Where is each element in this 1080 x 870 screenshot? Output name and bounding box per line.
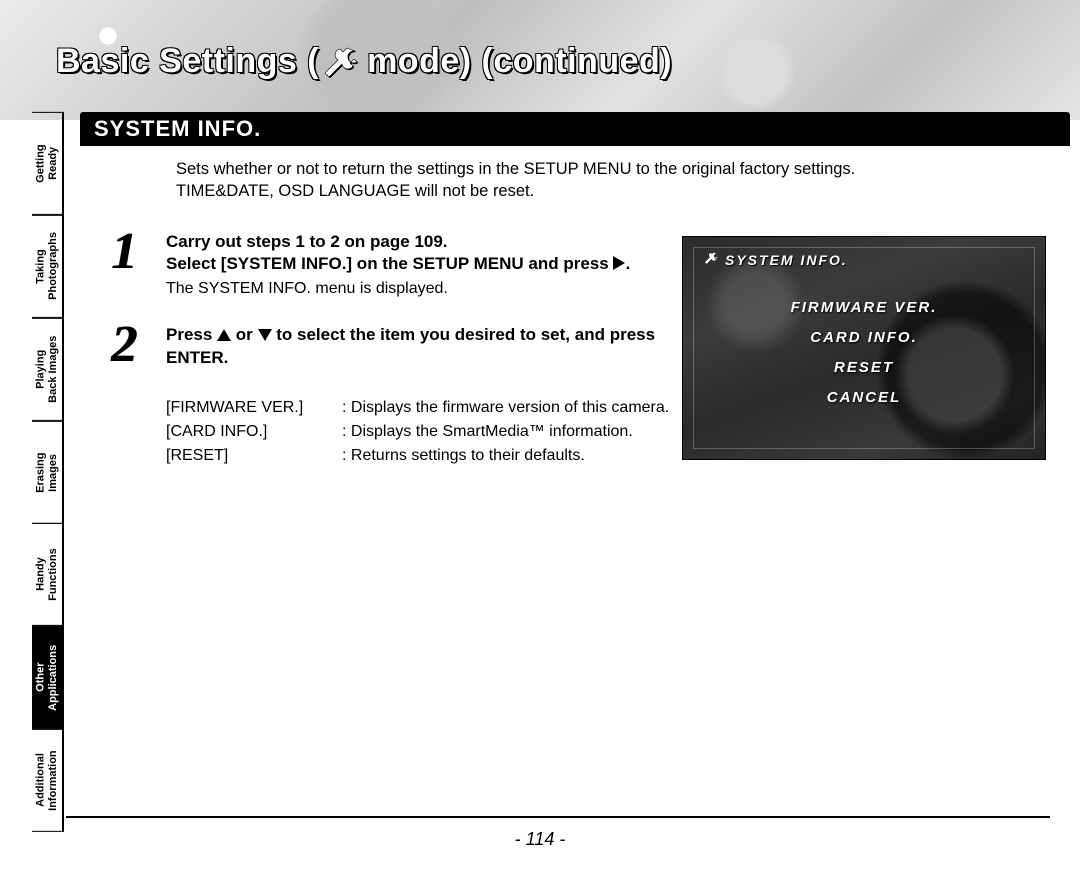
definition-term: [RESET] xyxy=(166,444,336,468)
lcd-menu-items: FIRMWARE VER. CARD INFO. RESET CANCEL xyxy=(683,293,1045,413)
section-heading-text: SYSTEM INFO. xyxy=(94,116,261,142)
tab-getting-ready[interactable]: Getting Ready xyxy=(32,112,63,215)
side-tabs: Getting Ready Taking Photographs Playing… xyxy=(32,112,64,832)
tab-label: Taking Photographs xyxy=(34,232,59,300)
definition-desc: : Displays the firmware version of this … xyxy=(342,396,669,420)
definition-desc: : Returns settings to their defaults. xyxy=(342,444,585,468)
wrench-icon xyxy=(325,47,361,77)
title-prefix: Basic Settings ( xyxy=(56,42,319,81)
lcd-title: SYSTEM INFO. xyxy=(705,251,848,268)
tab-label: Handy Functions xyxy=(34,549,59,602)
lcd-item-cardinfo: CARD INFO. xyxy=(683,323,1045,353)
manual-page: Basic Settings ( mode) (continued) Getti… xyxy=(0,0,1080,870)
tab-erasing-images[interactable]: Erasing Images xyxy=(32,421,63,524)
tab-handy-functions[interactable]: Handy Functions xyxy=(32,523,63,626)
step-1-line-2a: Select [SYSTEM INFO.] on the SETUP MENU … xyxy=(166,254,613,273)
down-arrow-icon xyxy=(258,329,272,341)
lcd-item-firmware: FIRMWARE VER. xyxy=(683,293,1045,323)
step-1-line-2b: . xyxy=(625,254,630,273)
section-heading: SYSTEM INFO. xyxy=(80,112,1070,146)
right-arrow-icon xyxy=(613,256,625,270)
page-title: Basic Settings ( mode) (continued) xyxy=(56,42,672,81)
definition-term: [FIRMWARE VER.] xyxy=(166,396,336,420)
intro-line-1: Sets whether or not to return the settin… xyxy=(176,160,855,178)
step-number-1: 1 xyxy=(100,231,148,299)
lcd-preview: SYSTEM INFO. FIRMWARE VER. CARD INFO. RE… xyxy=(682,236,1046,460)
tab-label: Erasing Images xyxy=(34,452,59,492)
intro-line-2: TIME&DATE, OSD LANGUAGE will not be rese… xyxy=(176,182,534,200)
step-1-sub: The SYSTEM INFO. menu is displayed. xyxy=(166,280,666,298)
tab-label: Playing Back Images xyxy=(34,336,59,403)
step-1-body: Carry out steps 1 to 2 on page 109. Sele… xyxy=(166,231,666,299)
step-2-body: Press or to select the item you desired … xyxy=(166,324,666,370)
page-number: - 114 - xyxy=(0,829,1080,850)
step-2-text-mid: or xyxy=(231,325,257,344)
tab-label: Getting Ready xyxy=(34,144,59,183)
wrench-icon xyxy=(705,251,719,268)
tab-other-applications[interactable]: Other Applications xyxy=(32,626,63,729)
up-arrow-icon xyxy=(217,329,231,341)
step-1-heading: Carry out steps 1 to 2 on page 109. Sele… xyxy=(166,231,666,277)
lcd-title-text: SYSTEM INFO. xyxy=(725,252,848,268)
definition-desc: : Displays the SmartMedia™ information. xyxy=(342,420,633,444)
tab-label: Additional Information xyxy=(34,750,59,811)
tab-taking-photographs[interactable]: Taking Photographs xyxy=(32,215,63,318)
tab-label: Other Applications xyxy=(34,645,59,711)
tab-playing-back-images[interactable]: Playing Back Images xyxy=(32,318,63,421)
title-suffix: mode) (continued) xyxy=(367,42,672,81)
step-2-text-a: Press xyxy=(166,325,217,344)
intro-text: Sets whether or not to return the settin… xyxy=(176,158,996,203)
step-1-line-1: Carry out steps 1 to 2 on page 109. xyxy=(166,232,448,251)
tab-additional-information[interactable]: Additional Information xyxy=(32,729,63,832)
lcd-item-reset: RESET xyxy=(683,353,1045,383)
footer-rule xyxy=(66,816,1050,818)
step-number-2: 2 xyxy=(100,324,148,370)
lcd-item-cancel: CANCEL xyxy=(683,383,1045,413)
definition-term: [CARD INFO.] xyxy=(166,420,336,444)
step-2-heading: Press or to select the item you desired … xyxy=(166,324,666,370)
